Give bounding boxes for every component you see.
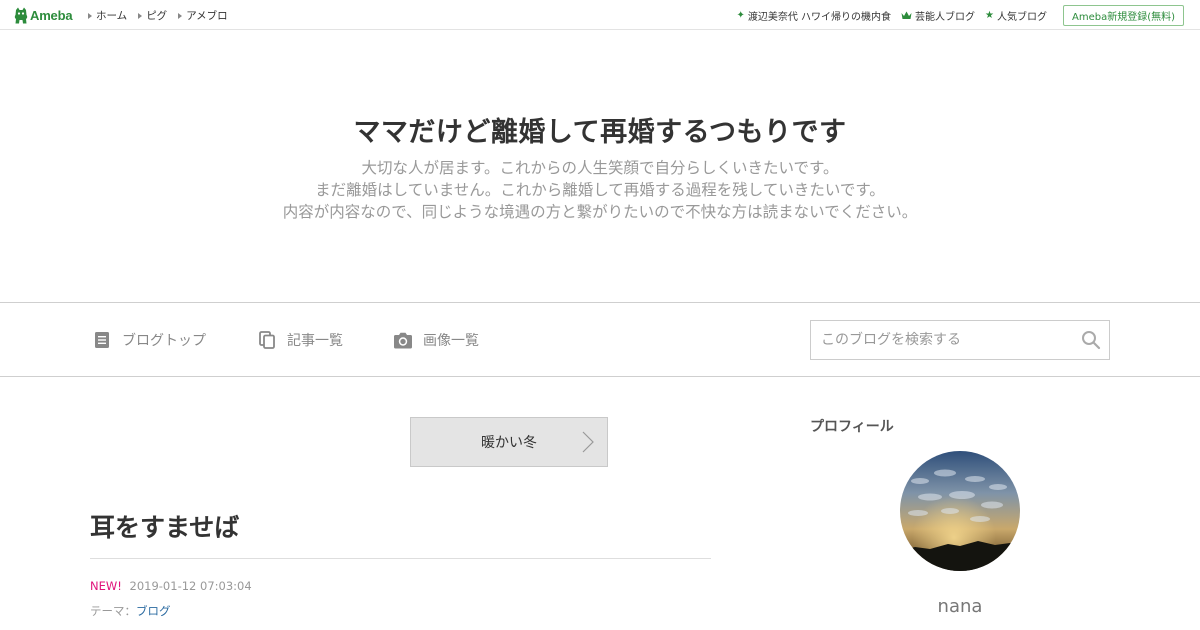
- document-icon: [92, 330, 112, 350]
- previous-entry-label: 暖かい冬: [481, 435, 537, 451]
- entry-divider: [90, 558, 711, 559]
- nav-link-ameblo[interactable]: アメブロ: [178, 8, 228, 23]
- search-icon[interactable]: [1081, 330, 1101, 350]
- triangle-right-icon: [138, 12, 143, 19]
- triangle-right-icon: [88, 12, 92, 19]
- copy-icon: [257, 330, 277, 350]
- entry-title[interactable]: 耳をすませば: [90, 508, 239, 544]
- new-badge: NEW!: [90, 579, 122, 593]
- nav-link-pigg[interactable]: ピグ: [138, 8, 167, 23]
- entry-meta: NEW! 2019-01-12 07:03:04: [90, 579, 252, 593]
- blog-description: 大切な人が居ます。これからの人生笑顔で自分らしくいきたいです。 まだ離婚はしてい…: [0, 157, 1200, 223]
- menu-item-image-list[interactable]: 画像一覧: [393, 330, 479, 350]
- profile-avatar[interactable]: [900, 451, 1020, 571]
- previous-entry-button[interactable]: 暖かい冬: [410, 417, 608, 467]
- celebrity-blog-label: 芸能人ブログ: [915, 11, 976, 23]
- menu-item-label: ブログトップ: [122, 333, 206, 349]
- triangle-right-icon: [178, 12, 183, 19]
- blog-header: ママだけど離婚して再婚するつもりです 大切な人が居ます。これからの人生笑顔で自分…: [0, 30, 1200, 303]
- global-nav: ホーム ピグ アメブロ: [88, 8, 239, 23]
- camera-icon: [393, 330, 413, 350]
- nav-link-label: ピグ: [146, 10, 168, 22]
- blog-description-line: 内容が内容なので、同じような境遇の方と繋がりたいので不快な方は読まないでください…: [282, 203, 918, 221]
- chevron-right-icon: [582, 431, 594, 453]
- ameba-logo-icon: [14, 7, 28, 23]
- blog-menu-bar: ブログトップ 記事一覧 画像一覧: [0, 303, 1200, 377]
- signup-button[interactable]: Ameba新規登録(無料): [1062, 4, 1184, 26]
- menu-item-label: 画像一覧: [423, 333, 479, 349]
- menu-item-label: 記事一覧: [287, 333, 343, 349]
- entry-datetime: 2019-01-12 07:03:04: [129, 579, 252, 593]
- star-icon: ★: [985, 9, 994, 21]
- blog-search-box: [810, 320, 1110, 360]
- menu-item-entry-list[interactable]: 記事一覧: [257, 330, 343, 350]
- nav-link-home[interactable]: ホーム: [88, 8, 127, 23]
- blog-title[interactable]: ママだけど離婚して再婚するつもりです: [0, 110, 1200, 149]
- blog-description-line: まだ離婚はしていません。これから離婚して再婚する過程を残していきたいです。: [315, 181, 885, 199]
- crown-icon: [901, 11, 912, 19]
- header-right-links: ✦ 渡辺美奈代 ハワイ帰りの機内食 芸能人ブログ ★ 人気ブログ Ameba新規…: [736, 4, 1184, 26]
- ameba-logo[interactable]: Ameba: [14, 6, 73, 24]
- popular-blog-label: 人気ブログ: [996, 11, 1047, 23]
- trending-topic-link[interactable]: ✦ 渡辺美奈代 ハワイ帰りの機内食: [736, 8, 891, 23]
- blog-description-line: 大切な人が居ます。これからの人生笑顔で自分らしくいきたいです。: [361, 159, 839, 177]
- profile-heading: プロフィール: [810, 419, 894, 435]
- entry-theme-prefix: テーマ：: [90, 604, 136, 618]
- entry-theme-link[interactable]: ブログ: [136, 604, 171, 618]
- entry-theme: テーマ：ブログ: [90, 603, 171, 619]
- nav-link-label: アメブロ: [186, 10, 228, 22]
- popular-blog-link[interactable]: ★ 人気ブログ: [985, 8, 1047, 23]
- sparkle-icon: ✦: [736, 9, 745, 21]
- menu-item-blog-top[interactable]: ブログトップ: [92, 330, 206, 350]
- trending-topic-label: 渡辺美奈代 ハワイ帰りの機内食: [747, 11, 892, 23]
- global-header: Ameba ホーム ピグ アメブロ ✦ 渡辺美奈代 ハワイ帰りの機内食 芸能人ブ…: [0, 0, 1200, 30]
- celebrity-blog-link[interactable]: 芸能人ブログ: [901, 8, 975, 23]
- nav-link-label: ホーム: [96, 10, 128, 22]
- logo-text: Ameba: [30, 7, 73, 23]
- search-input[interactable]: [811, 321, 1071, 359]
- avatar-image: [900, 451, 1020, 571]
- profile-name[interactable]: nana: [810, 596, 1110, 617]
